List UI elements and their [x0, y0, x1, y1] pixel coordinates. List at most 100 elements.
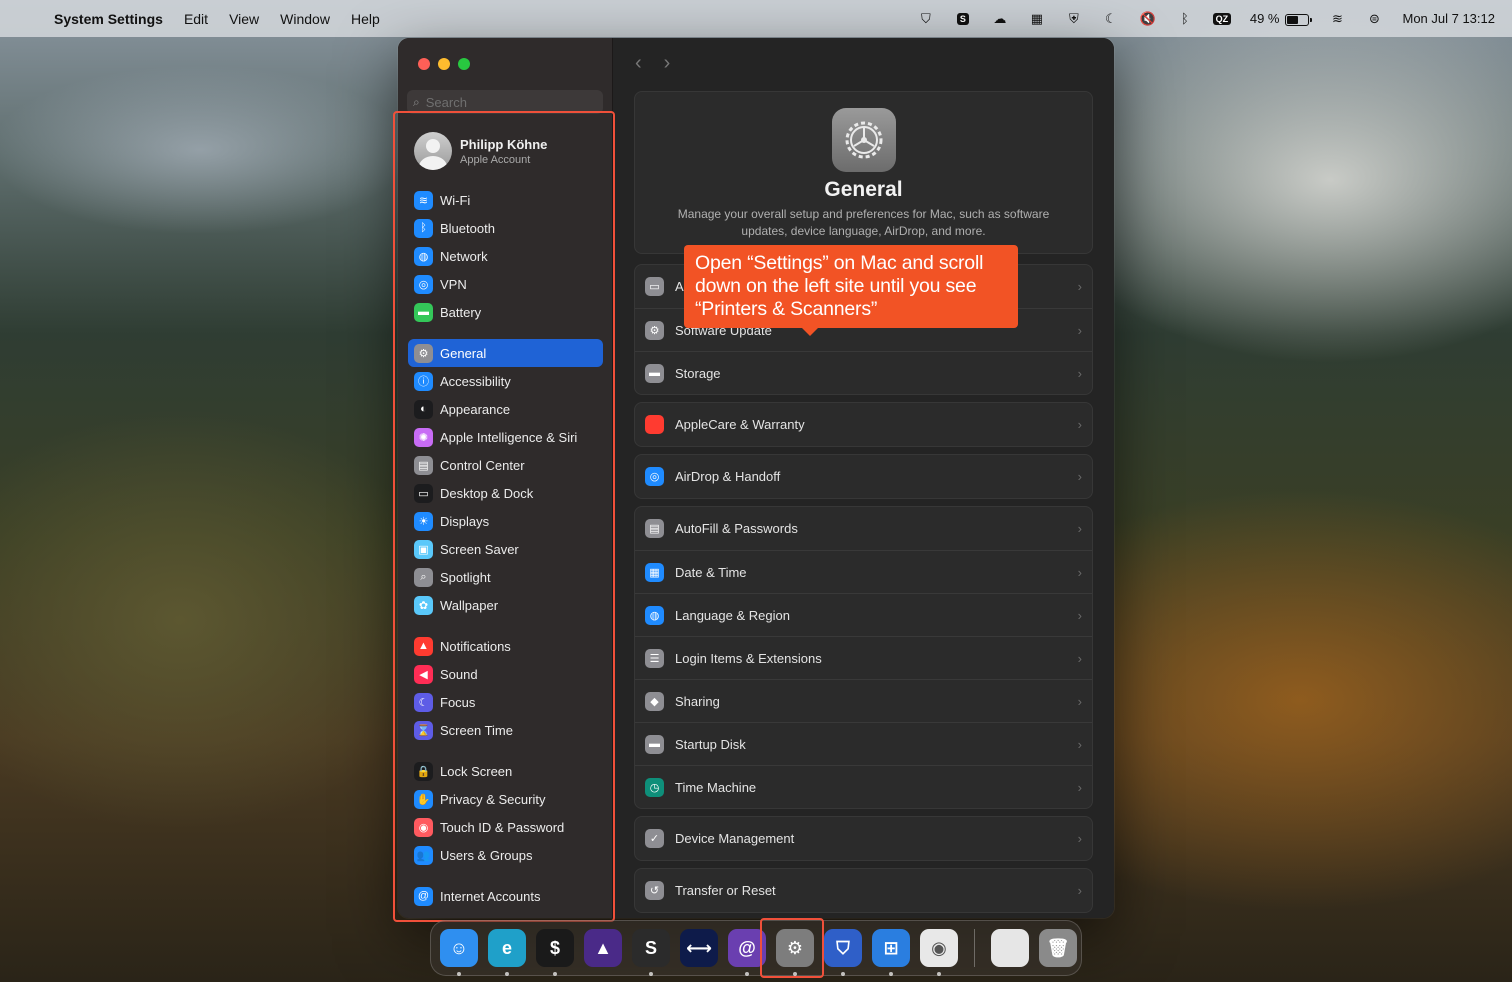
close-window-button[interactable]	[418, 58, 430, 70]
battery-status[interactable]: 49 %	[1250, 11, 1313, 26]
row-label: AirDrop & Handoff	[675, 469, 781, 484]
apple-account-item[interactable]: Philipp Köhne Apple Account	[414, 132, 547, 170]
dock-windows-app-icon[interactable]: ⊞	[872, 929, 910, 976]
dock-teamviewer-icon[interactable]: ⟷	[680, 929, 718, 967]
sidebar-item-apple-intelligence-siri[interactable]: ✺ Apple Intelligence & Siri	[408, 423, 603, 451]
row-transfer-or-reset[interactable]: ↺ Transfer or Reset ›	[635, 869, 1092, 912]
shield-status-icon[interactable]: ⛉	[917, 11, 935, 27]
bluetooth-status-icon[interactable]: ᛒ	[1176, 11, 1194, 27]
sidebar-item-sound[interactable]: ◀ Sound	[408, 660, 603, 688]
sidebar-item-label: Network	[440, 248, 488, 264]
skype-status-icon[interactable]: S	[954, 11, 972, 27]
row-device-management[interactable]: ✓ Device Management ›	[635, 817, 1092, 860]
menu-window[interactable]: Window	[280, 11, 330, 27]
wifi-status-icon[interactable]: ≋	[1328, 11, 1346, 27]
sidebar-item-general[interactable]: ⚙ General	[408, 339, 603, 367]
sidebar-item-bluetooth[interactable]: ᛒ Bluetooth	[408, 214, 603, 242]
sidebar-item-wi-fi[interactable]: ≋ Wi-Fi	[408, 186, 603, 214]
chevron-right-icon: ›	[1077, 736, 1082, 752]
sidebar-item-network[interactable]: ◍ Network	[408, 242, 603, 270]
chevron-right-icon: ›	[1077, 564, 1082, 580]
dock-bitwarden-icon[interactable]: ⛉	[824, 929, 862, 976]
dock-sublime-text-icon[interactable]: S	[632, 929, 670, 976]
menu-edit[interactable]: Edit	[184, 11, 208, 27]
row-sharing[interactable]: ◆ Sharing ›	[635, 679, 1092, 722]
dock-terminal-icon[interactable]: $	[536, 929, 574, 976]
row-airdrop-handoff[interactable]: ◎ AirDrop & Handoff ›	[635, 455, 1092, 498]
control-center-icon[interactable]: ⊜	[1365, 11, 1383, 27]
dock-edge-icon[interactable]: e	[488, 929, 526, 976]
sidebar-item-screen-saver[interactable]: ▣ Screen Saver	[408, 535, 603, 563]
sidebar-item-users-groups[interactable]: 👥 Users & Groups	[408, 841, 603, 869]
general-icon: ⚙	[414, 343, 433, 363]
sidebar-item-notifications[interactable]: ▲ Notifications	[408, 632, 603, 660]
zoom-window-button[interactable]	[458, 58, 470, 70]
sidebar-item-accessibility[interactable]: ⓘ Accessibility	[408, 367, 603, 395]
dock-app-swirl-icon[interactable]: @	[728, 929, 766, 976]
wi-fi-icon: ≋	[414, 190, 433, 210]
dock-chrome-icon[interactable]: ◉	[920, 929, 958, 976]
back-arrow-icon[interactable]: ‹	[635, 52, 642, 75]
row-label: Sharing	[675, 693, 720, 709]
row-time-machine[interactable]: ◷ Time Machine ›	[635, 765, 1092, 808]
muted-speaker-icon[interactable]: 🔇	[1139, 11, 1157, 27]
row-applecare-warranty[interactable]: AppleCare & Warranty ›	[635, 403, 1092, 446]
time-machine-icon: ◷	[645, 777, 664, 797]
menu-view[interactable]: View	[229, 11, 259, 27]
dock-document-icon[interactable]	[991, 929, 1029, 967]
keyboard-status-icon[interactable]: ▦	[1028, 11, 1046, 27]
login-items-extensions-icon: ☰	[645, 648, 664, 668]
chevron-right-icon: ›	[1077, 521, 1082, 536]
sidebar-item-vpn[interactable]: ◎ VPN	[408, 270, 603, 298]
settings-group: AppleCare & Warranty ›	[634, 402, 1093, 447]
menu-app-name[interactable]: System Settings	[54, 11, 163, 27]
sidebar-item-screen-time[interactable]: ⌛ Screen Time	[408, 716, 603, 744]
focus-moon-icon[interactable]: ☾	[1102, 11, 1120, 27]
row-login-items-extensions[interactable]: ☰ Login Items & Extensions ›	[635, 636, 1092, 679]
sidebar-item-privacy-security[interactable]: ✋ Privacy & Security	[408, 785, 603, 813]
row-language-region[interactable]: ◍ Language & Region ›	[635, 593, 1092, 636]
input-source-icon[interactable]: QZ	[1212, 11, 1232, 27]
wallpaper-icon: ✿	[414, 595, 433, 615]
sidebar-item-label: Privacy & Security	[440, 791, 546, 807]
dock-system-settings-icon[interactable]: ⚙	[776, 929, 814, 976]
forward-arrow-icon[interactable]: ›	[664, 52, 671, 75]
row-storage[interactable]: ▬ Storage ›	[635, 351, 1092, 394]
sidebar-item-touch-id-password[interactable]: ◉ Touch ID & Password	[408, 813, 603, 841]
dock-trash-icon[interactable]: 🗑	[1039, 929, 1077, 967]
window-controls	[418, 58, 470, 70]
menubar-clock[interactable]: Mon Jul 7 13:12	[1402, 11, 1495, 26]
row-autofill-passwords[interactable]: ▤ AutoFill & Passwords ›	[635, 507, 1092, 550]
dock-app-purple-icon[interactable]: ▲	[584, 929, 622, 967]
sidebar-item-displays[interactable]: ☀ Displays	[408, 507, 603, 535]
sidebar-item-label: Touch ID & Password	[440, 819, 565, 835]
avatar	[414, 132, 452, 170]
chevron-right-icon: ›	[1077, 831, 1082, 846]
search-input[interactable]	[425, 94, 586, 110]
sidebar-item-wallpaper[interactable]: ✿ Wallpaper	[408, 591, 603, 619]
row-date-time[interactable]: ▦ Date & Time ›	[635, 550, 1092, 593]
minimize-window-button[interactable]	[438, 58, 450, 70]
sidebar-item-internet-accounts[interactable]: @ Internet Accounts	[408, 882, 603, 910]
dock-finder-icon[interactable]: ☺	[440, 929, 478, 976]
password-manager-status-icon[interactable]: ⛨	[1065, 11, 1083, 27]
chevron-right-icon: ›	[1077, 607, 1082, 623]
sidebar-item-label: Wi-Fi	[440, 192, 471, 208]
settings-group: ✓ Device Management ›	[634, 816, 1093, 861]
menu-help[interactable]: Help	[351, 11, 380, 27]
cloud-status-icon[interactable]: ☁	[991, 11, 1009, 27]
sidebar-item-spotlight[interactable]: ⌕ Spotlight	[408, 563, 603, 591]
sidebar-item-desktop-dock[interactable]: ▭ Desktop & Dock	[408, 479, 603, 507]
applecare-warranty-icon	[645, 415, 664, 434]
sidebar-item-battery[interactable]: ▬ Battery	[408, 298, 603, 326]
row-startup-disk[interactable]: ▬ Startup Disk ›	[635, 722, 1092, 765]
sidebar-item-appearance[interactable]: ◐ Appearance	[408, 395, 603, 423]
sidebar-item-focus[interactable]: ☾ Focus	[408, 688, 603, 716]
sidebar-item-lock-screen[interactable]: 🔒 Lock Screen	[408, 757, 603, 785]
sidebar-item-label: Focus	[440, 694, 476, 710]
account-name: Philipp Köhne	[460, 136, 548, 152]
edge-glyph: e	[501, 937, 512, 958]
sidebar-item-control-center[interactable]: ▤ Control Center	[408, 451, 603, 479]
bitwarden-glyph: ⛉	[836, 937, 850, 958]
app-swirl-glyph: @	[738, 937, 756, 958]
